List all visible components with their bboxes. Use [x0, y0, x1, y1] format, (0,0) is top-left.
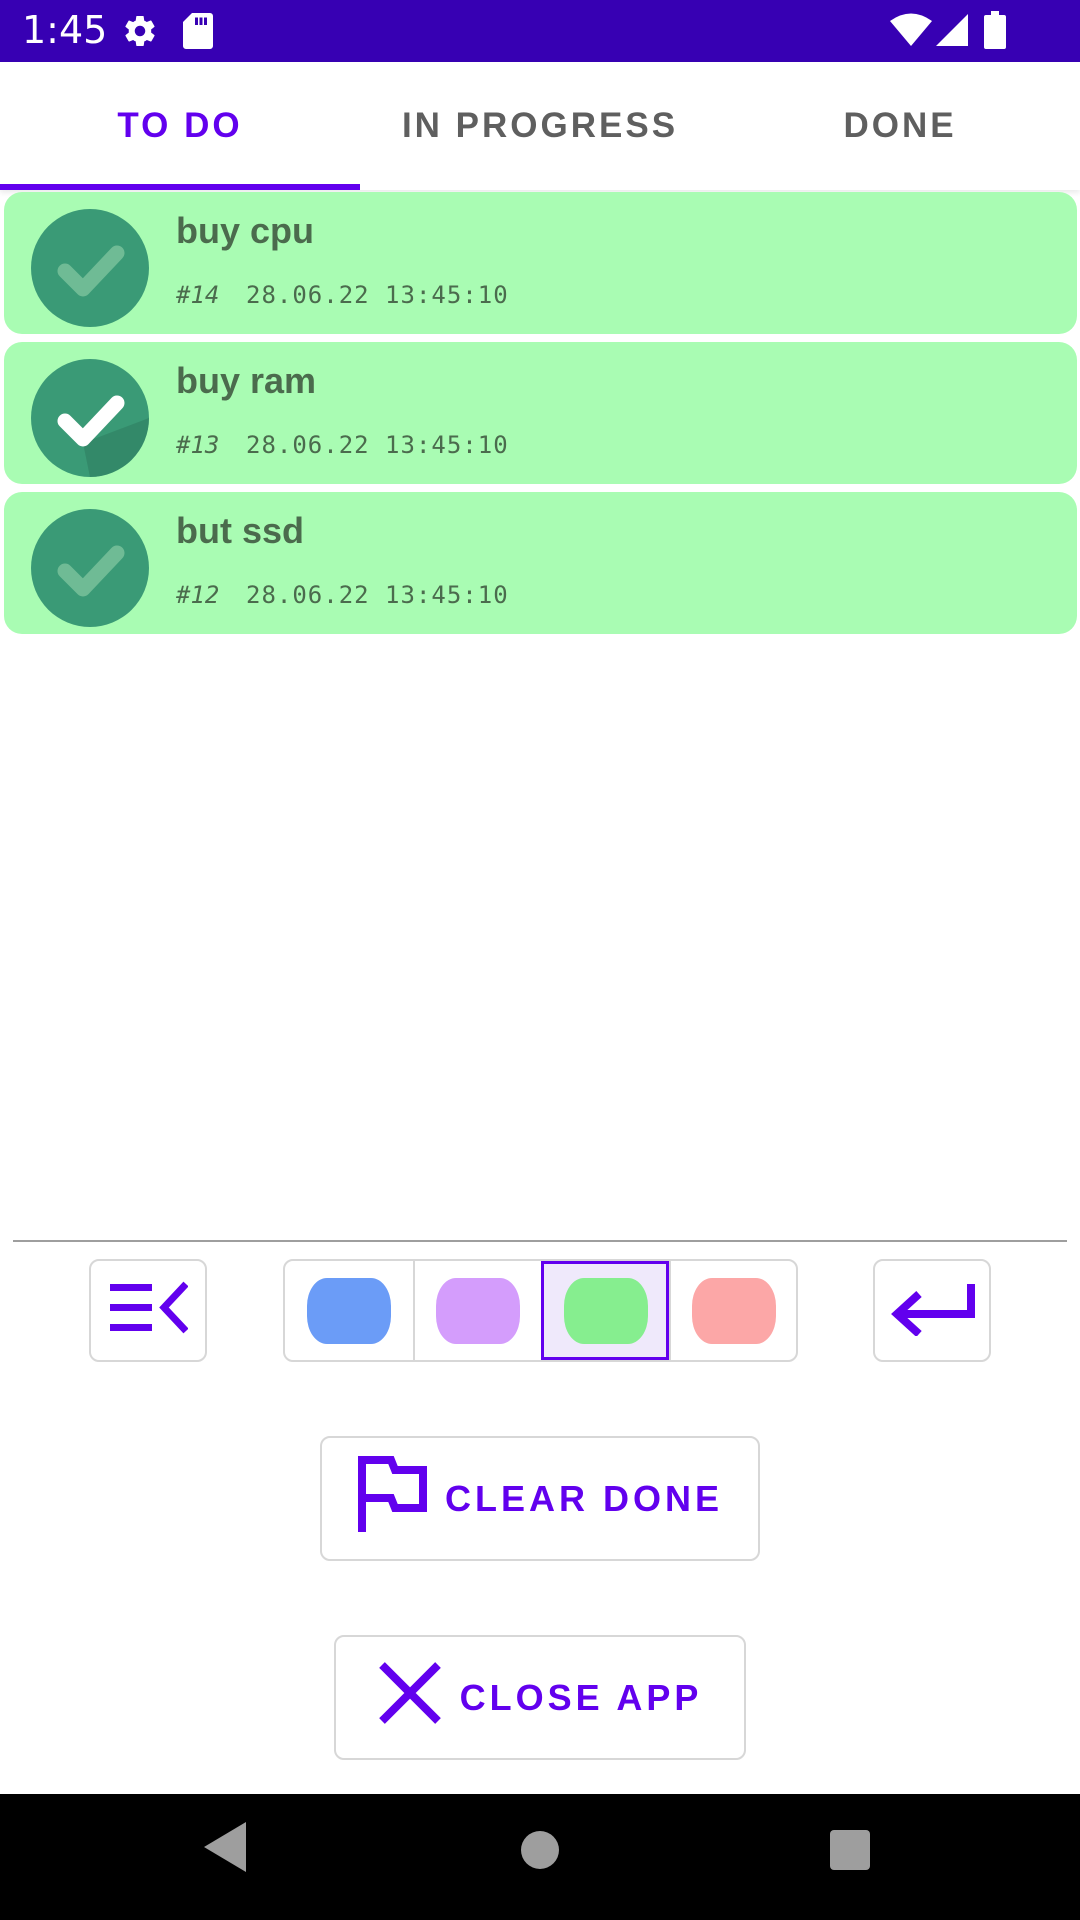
task-title: buy cpu: [176, 210, 315, 251]
close-x-icon: [378, 1661, 460, 1734]
tab-bar: TO DO IN PROGRESS DONE: [0, 62, 1080, 190]
color-option-blue[interactable]: [285, 1261, 413, 1360]
collapse-menu-icon: [108, 1280, 189, 1341]
color-swatch: [564, 1277, 648, 1344]
unchecked-circle-icon[interactable]: [31, 209, 149, 327]
flag-icon: [357, 1456, 445, 1541]
tab-label: TO DO: [117, 106, 243, 145]
tab-done[interactable]: DONE: [720, 62, 1080, 190]
task-number: #14: [176, 281, 220, 309]
battery-icon: [984, 11, 1006, 54]
clear-done-button[interactable]: CLEAR DONE: [320, 1436, 760, 1561]
settings-gear-icon: [122, 13, 158, 54]
tab-indicator: [0, 184, 360, 190]
recents-icon[interactable]: [830, 1830, 870, 1875]
task-timestamp: 28.06.22 13:45:10: [246, 581, 509, 609]
color-swatch: [692, 1277, 776, 1344]
sd-card-icon: [182, 13, 214, 54]
enter-return-icon: [889, 1280, 975, 1341]
color-option-green[interactable]: [541, 1261, 669, 1360]
checked-circle-icon[interactable]: [31, 359, 149, 477]
task-item[interactable]: buy cpu #14 28.06.22 13:45:10: [4, 192, 1077, 334]
tab-label: IN PROGRESS: [401, 106, 679, 145]
task-number: #13: [176, 431, 220, 459]
unchecked-circle-icon[interactable]: [31, 509, 149, 627]
color-option-purple[interactable]: [413, 1261, 541, 1360]
tab-in-progress[interactable]: IN PROGRESS: [360, 62, 720, 190]
color-option-red[interactable]: [669, 1261, 796, 1360]
enter-button[interactable]: [873, 1259, 991, 1362]
task-title: buy ram: [176, 360, 317, 401]
task-timestamp: 28.06.22 13:45:10: [246, 281, 509, 309]
color-picker: [283, 1259, 798, 1362]
task-item[interactable]: buy ram #13 28.06.22 13:45:10: [4, 342, 1077, 484]
task-item[interactable]: but ssd #12 28.06.22 13:45:10: [4, 492, 1077, 634]
status-time: 1:45: [22, 8, 108, 52]
tab-label: DONE: [843, 106, 957, 145]
home-icon[interactable]: [520, 1830, 560, 1875]
navigation-bar: [0, 1794, 1080, 1920]
color-swatch: [307, 1277, 391, 1344]
divider: [13, 1240, 1067, 1242]
cell-signal-icon: [936, 14, 968, 51]
close-app-button[interactable]: CLOSE APP: [334, 1635, 746, 1760]
close-app-label: CLOSE APP: [459, 1676, 703, 1718]
task-title: but ssd: [176, 510, 305, 551]
color-swatch: [436, 1277, 520, 1344]
task-timestamp: 28.06.22 13:45:10: [246, 431, 509, 459]
status-bar: 1:45: [0, 0, 1080, 62]
tab-to-do[interactable]: TO DO: [0, 62, 360, 190]
back-icon[interactable]: [204, 1822, 248, 1877]
clear-done-label: CLEAR DONE: [444, 1477, 723, 1519]
task-number: #12: [176, 581, 220, 609]
collapse-menu-button[interactable]: [89, 1259, 207, 1362]
wifi-icon: [890, 12, 932, 53]
app-screen: 1:45 TO DO IN PROGRESS DONE buy cpu #14 …: [0, 0, 1080, 1920]
